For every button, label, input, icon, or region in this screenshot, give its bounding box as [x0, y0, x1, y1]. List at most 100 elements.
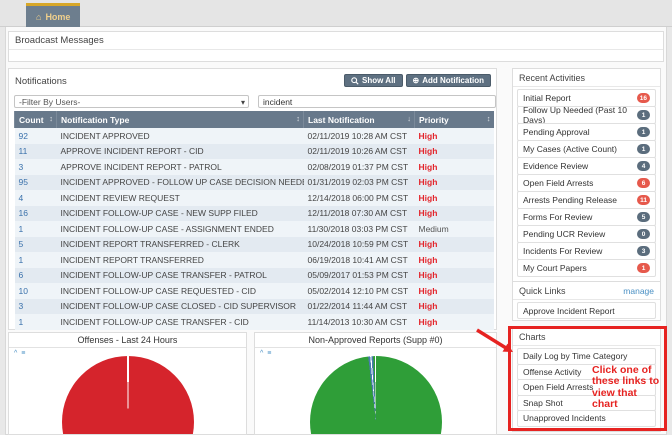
count-badge: 1 [637, 127, 650, 137]
offenses-pie-chart[interactable] [62, 356, 194, 435]
count-link[interactable]: 95 [19, 177, 28, 187]
quick-link-item[interactable]: Approve Incident Report [517, 302, 656, 319]
offenses-chart-title: Offenses - Last 24 Hours [9, 333, 246, 348]
notifications-panel: Notifications Show All ⊕ Add Notificatio… [8, 68, 497, 330]
non-approved-chart-title: Non-Approved Reports (Supp #0) [255, 333, 496, 348]
count-badge: 1 [637, 263, 650, 273]
chart-link-item[interactable]: Unapproved Incidents [517, 410, 656, 427]
table-row: 10 INCIDENT FOLLOW-UP CASE REQUESTED - C… [15, 283, 494, 299]
chart-link-label: Offense Activity [523, 367, 581, 377]
last-notification-cell: 06/19/2018 10:41 AM CST [304, 252, 415, 268]
activity-label: Evidence Review [523, 161, 588, 171]
column-header[interactable]: Last Notification ↓ [304, 111, 415, 128]
last-notification-cell: 12/11/2018 07:30 AM CST [304, 206, 415, 222]
count-link[interactable]: 3 [19, 301, 24, 311]
last-notification-cell: 01/31/2019 02:03 PM CST [304, 175, 415, 191]
sort-icon: ↓ [407, 114, 411, 123]
recent-activity-item[interactable]: Incidents For Review 3 [517, 242, 656, 260]
chart-link-item[interactable]: Open Field Arrests [517, 379, 656, 396]
count-link[interactable]: 92 [19, 131, 28, 141]
table-row: 4 INCIDENT REVIEW REQUEST 12/14/2018 06:… [15, 190, 494, 206]
notification-type-cell: INCIDENT FOLLOW-UP CASE - NEW SUPP FILED [57, 206, 304, 222]
recent-activity-item[interactable]: Pending UCR Review 0 [517, 225, 656, 243]
charts-links-list: Daily Log by Time Category Offense Activ… [513, 346, 660, 427]
chart-menu-icon[interactable]: ≡ [21, 350, 25, 357]
chart-controls: ^ ≡ [260, 350, 271, 357]
collapse-icon[interactable]: ^ [14, 350, 17, 357]
priority-value: High [419, 162, 438, 172]
notification-type-cell: INCIDENT REPORT TRANSFERRED - CLERK [57, 237, 304, 253]
offenses-chart-panel: Offenses - Last 24 Hours ^ ≡ [8, 332, 247, 435]
count-link[interactable]: 11 [19, 146, 28, 156]
chart-menu-icon[interactable]: ≡ [267, 350, 271, 357]
chart-link-label: Unapproved Incidents [523, 413, 606, 423]
top-tab-bar: ⌂ Home [0, 0, 672, 27]
count-link[interactable]: 1 [19, 224, 24, 234]
priority-value: High [419, 301, 438, 311]
recent-activity-item[interactable]: My Cases (Active Count) 1 [517, 140, 656, 158]
activity-label: Pending Approval [523, 127, 590, 137]
activity-label: My Cases (Active Count) [523, 144, 617, 154]
count-badge: 5 [637, 212, 650, 222]
table-header-row: Count ↕ Notification Type ↕ Last Notific… [15, 111, 494, 128]
count-link[interactable]: 16 [19, 208, 28, 218]
column-header[interactable]: Priority ↕ [415, 111, 494, 128]
chevron-down-icon: ▾ [241, 96, 245, 109]
count-link[interactable]: 1 [19, 317, 24, 327]
home-tab-label: Home [45, 12, 70, 22]
recent-activity-item[interactable]: Evidence Review 4 [517, 157, 656, 175]
broadcast-messages-panel: Broadcast Messages [8, 31, 664, 62]
table-row: 16 INCIDENT FOLLOW-UP CASE - NEW SUPP FI… [15, 206, 494, 222]
notification-type-cell: APPROVE INCIDENT REPORT - PATROL [57, 159, 304, 175]
recent-activity-item[interactable]: Follow Up Needed (Past 10 Days) 1 [517, 106, 656, 124]
table-row: 95 INCIDENT APPROVED - FOLLOW UP CASE DE… [15, 175, 494, 191]
notification-search-input[interactable] [258, 95, 496, 108]
recent-activity-item[interactable]: Forms For Review 5 [517, 208, 656, 226]
recent-activity-item[interactable]: My Court Papers 1 [517, 259, 656, 277]
recent-activity-item[interactable]: Open Field Arrests 6 [517, 174, 656, 192]
priority-value: High [419, 255, 438, 265]
non-approved-pie-chart[interactable] [310, 356, 442, 435]
last-notification-cell: 02/08/2019 01:37 PM CST [304, 159, 415, 175]
table-row: 3 APPROVE INCIDENT REPORT - PATROL 02/08… [15, 159, 494, 175]
plus-circle-icon: ⊕ [413, 77, 420, 85]
add-notification-button[interactable]: ⊕ Add Notification [406, 74, 491, 87]
count-badge: 16 [637, 93, 650, 103]
count-link[interactable]: 1 [19, 255, 24, 265]
chart-link-item[interactable]: Snap Shot [517, 395, 656, 412]
table-row: 6 INCIDENT FOLLOW-UP CASE TRANSFER - PAT… [15, 268, 494, 284]
priority-value: High [419, 208, 438, 218]
column-header-label: Count [19, 115, 44, 125]
dashboard-page: ⌂ Home Broadcast Messages Notifications … [0, 0, 672, 435]
chart-link-label: Daily Log by Time Category [523, 351, 627, 361]
manage-link[interactable]: manage [623, 286, 654, 296]
recent-activities-panel: Recent Activities Initial Report 16 Foll… [512, 68, 661, 295]
tab-home[interactable]: ⌂ Home [26, 3, 80, 27]
column-header[interactable]: Notification Type ↕ [57, 111, 304, 128]
count-link[interactable]: 3 [19, 162, 24, 172]
column-header[interactable]: Count ↕ [15, 111, 57, 128]
notification-type-cell: INCIDENT FOLLOW-UP CASE TRANSFER - PATRO… [57, 268, 304, 284]
count-link[interactable]: 5 [19, 239, 24, 249]
count-link[interactable]: 6 [19, 270, 24, 280]
activity-label: Follow Up Needed (Past 10 Days) [523, 105, 637, 125]
recent-activity-item[interactable]: Arrests Pending Release 11 [517, 191, 656, 209]
chart-link-item[interactable]: Daily Log by Time Category [517, 348, 656, 365]
priority-value: High [419, 193, 438, 203]
table-row: 11 APPROVE INCIDENT REPORT - CID 02/11/2… [15, 144, 494, 160]
count-badge: 4 [637, 161, 650, 171]
notification-type-cell: INCIDENT FOLLOW-UP CASE TRANSFER - CID [57, 314, 304, 330]
notifications-toolbar: Show All ⊕ Add Notification [344, 74, 491, 87]
notification-type-cell: INCIDENT FOLLOW-UP CASE CLOSED - CID SUP… [57, 299, 304, 315]
chart-link-item[interactable]: Offense Activity [517, 364, 656, 381]
notifications-table-body: 92 INCIDENT APPROVED 02/11/2019 10:28 AM… [15, 128, 494, 330]
count-link[interactable]: 4 [19, 193, 24, 203]
show-all-button[interactable]: Show All [344, 74, 402, 87]
last-notification-cell: 05/09/2017 01:53 PM CST [304, 268, 415, 284]
count-link[interactable]: 10 [19, 286, 28, 296]
activity-label: Incidents For Review [523, 246, 602, 256]
recent-activity-item[interactable]: Pending Approval 1 [517, 123, 656, 141]
collapse-icon[interactable]: ^ [260, 350, 263, 357]
recent-activities-title: Recent Activities [513, 69, 660, 87]
filter-by-users-select[interactable]: -Filter By Users- ▾ [14, 95, 249, 108]
